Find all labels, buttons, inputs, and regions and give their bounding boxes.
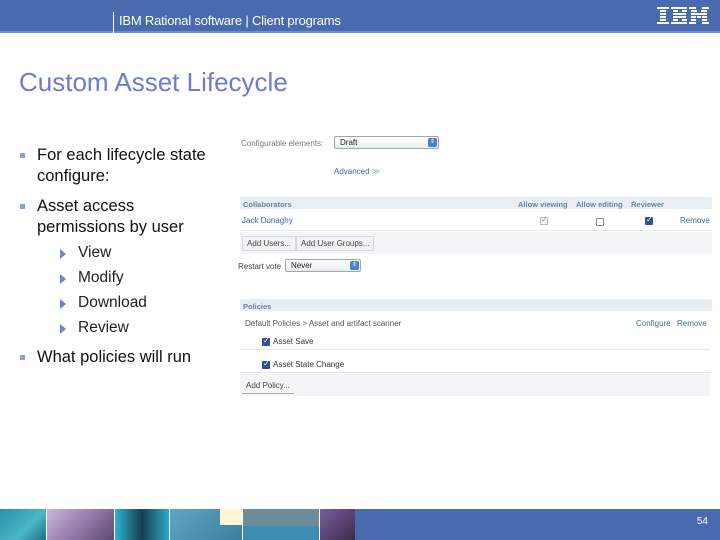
page-number: 54	[696, 516, 708, 527]
triangle-bullet-icon	[60, 274, 66, 284]
divider	[240, 230, 712, 231]
photo-tile	[47, 509, 114, 540]
collaborators-header: Collaborators Allow viewing Allow editin…	[240, 197, 712, 209]
reviewer-checkbox[interactable]	[645, 215, 653, 225]
policy-actions	[240, 374, 710, 396]
photo-tile	[243, 509, 319, 540]
sub-bullet-modify: Modify	[60, 269, 124, 287]
header-bar: IBM Rational software | Client programs	[0, 0, 720, 36]
bullet-access-permissions: Asset access permissions by user	[20, 196, 207, 238]
add-policy-button[interactable]: Add Policy...	[242, 379, 294, 394]
column-allow-editing: Allow editing	[576, 200, 623, 209]
allow-editing-checkbox[interactable]	[596, 218, 604, 226]
asset-save-label: Asset Save	[273, 337, 314, 346]
configure-policy-link[interactable]: Configure	[636, 319, 671, 328]
photo-tile	[115, 509, 169, 540]
bullet-policies: What policies will run	[20, 347, 237, 368]
footer-bar: 54	[355, 509, 720, 540]
divider	[240, 372, 710, 373]
divider	[240, 349, 710, 350]
select-arrows-icon: ⇕	[428, 138, 437, 147]
sub-bullet-review: Review	[60, 319, 129, 337]
bullet-lifecycle-state: For each lifecycle state configure:	[20, 145, 232, 187]
asset-state-change-checkbox[interactable]	[262, 359, 270, 369]
add-users-button[interactable]: Add Users...	[242, 236, 297, 251]
asset-save-checkbox[interactable]	[262, 336, 270, 346]
allow-viewing-checkbox[interactable]	[540, 215, 548, 225]
remove-collaborator-link[interactable]: Remove	[680, 216, 710, 225]
column-reviewer: Reviewer	[631, 200, 664, 209]
ibm-logo-icon	[657, 7, 709, 24]
add-user-groups-button[interactable]: Add User Groups...	[296, 236, 375, 251]
collaborator-name[interactable]: Jack Donaghy	[242, 216, 293, 225]
lifecycle-config-screenshot: Configurable elements: Draft ⇕ Advanced …	[238, 126, 720, 401]
sub-bullet-download: Download	[60, 294, 147, 312]
header-title: IBM Rational software | Client programs	[119, 13, 341, 28]
photo-tile	[0, 509, 46, 540]
triangle-bullet-icon	[60, 324, 66, 334]
photo-tile	[320, 509, 355, 540]
sub-bullet-view: View	[60, 244, 111, 262]
policy-group-label: Default Policies > Asset and artifact sc…	[245, 319, 402, 328]
advanced-link[interactable]: Advanced ≫	[334, 167, 380, 176]
column-allow-viewing: Allow viewing	[518, 200, 568, 209]
slide-title: Custom Asset Lifecycle	[19, 67, 288, 97]
policies-header: Policies	[240, 299, 712, 311]
restart-vote-select[interactable]: Never ⇕	[285, 259, 361, 272]
restart-vote-label: Restart vote	[238, 262, 282, 271]
triangle-bullet-icon	[60, 249, 66, 259]
remove-policy-link[interactable]: Remove	[677, 319, 707, 328]
configurable-elements-select[interactable]: Draft ⇕	[334, 136, 439, 149]
square-bullet-icon	[20, 153, 25, 158]
configurable-elements-label: Configurable elements:	[241, 139, 324, 148]
double-chevron-down-icon: ≫	[371, 167, 381, 176]
asset-state-change-label: Asset State Change	[273, 360, 345, 369]
photo-tile	[220, 509, 242, 525]
triangle-bullet-icon	[60, 299, 66, 309]
square-bullet-icon	[20, 204, 25, 209]
select-arrows-icon: ⇕	[350, 261, 359, 270]
header-divider	[113, 12, 114, 36]
square-bullet-icon	[20, 355, 25, 360]
footer-photo-strip	[0, 509, 355, 540]
